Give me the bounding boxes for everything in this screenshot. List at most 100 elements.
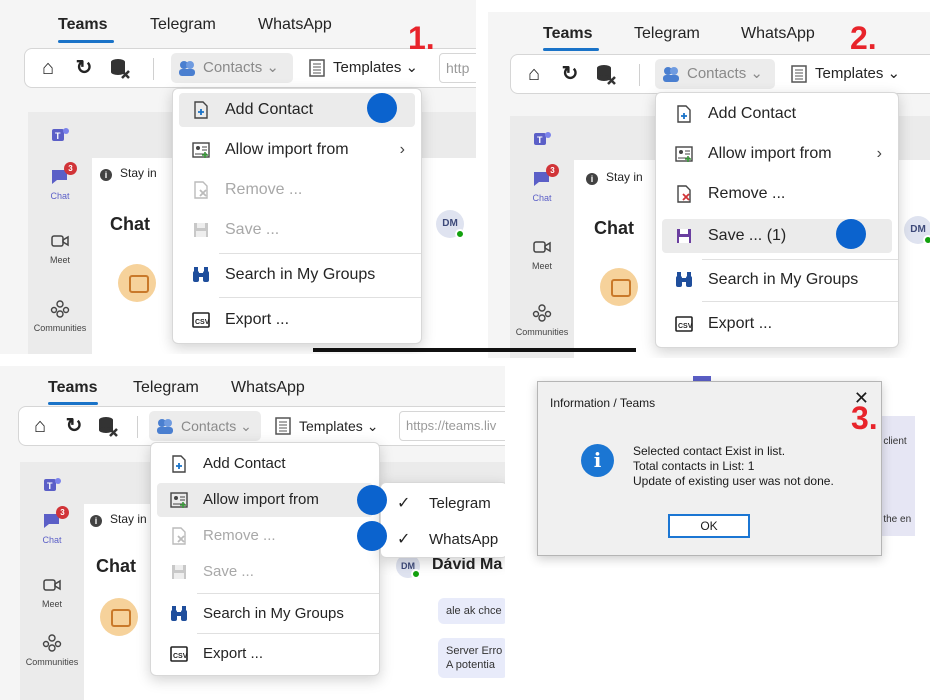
rail-meet[interactable]: Meet [510, 236, 574, 271]
rail-meet[interactable]: Meet [28, 230, 92, 265]
menu-export-label: Export ... [708, 315, 773, 332]
stay-in-banner: i Stay in [90, 512, 147, 527]
tab-teams[interactable]: Teams [48, 379, 98, 397]
dm-initials: DM [442, 218, 458, 229]
import-icon [170, 492, 188, 508]
remove-icon [172, 527, 186, 545]
menu-search-groups[interactable]: Search in My Groups [662, 263, 892, 297]
tab-whatsapp[interactable]: WhatsApp [231, 379, 305, 397]
url-input[interactable]: http [439, 53, 476, 83]
database-x-icon[interactable] [97, 415, 119, 437]
home-icon[interactable]: ⌂ [37, 57, 59, 79]
group-avatar[interactable] [100, 598, 138, 636]
contacts-dropdown[interactable]: Contacts ⌄ [655, 59, 775, 89]
refresh-icon[interactable]: ↻ [73, 57, 95, 79]
database-x-icon[interactable] [109, 57, 131, 79]
menu-export[interactable]: CSV Export ... [157, 637, 373, 671]
app-tabs: Teams Telegram WhatsApp [0, 366, 505, 410]
url-input[interactable]: https://teams.liv [399, 411, 505, 441]
menu-save-label: Save ... [225, 221, 280, 238]
menu-search-groups[interactable]: Search in My Groups [179, 258, 415, 292]
contacts-dropdown[interactable]: Contacts ⌄ [149, 411, 261, 441]
refresh-icon[interactable]: ↻ [559, 63, 581, 85]
check-icon: ✓ [397, 495, 411, 512]
rail-communities[interactable]: Communities [20, 632, 84, 667]
templates-dropdown[interactable]: Templates ⌄ [301, 53, 429, 83]
tab-active-indicator [58, 40, 114, 43]
tab-active-indicator [543, 48, 599, 51]
group-avatar[interactable] [118, 264, 156, 302]
save-icon [677, 229, 691, 243]
menu-allow-import[interactable]: Allow import from › [662, 137, 892, 171]
templates-dropdown[interactable]: Templates ⌄ [783, 59, 907, 89]
rail-chat[interactable]: 3 Chat [20, 506, 84, 545]
menu-divider [702, 301, 898, 302]
menu-add-contact-label: Add Contact [708, 105, 797, 122]
contacts-dropdown[interactable]: Contacts ⌄ [171, 53, 293, 83]
menu-save[interactable]: Save ... [157, 555, 373, 589]
chat-heading: Chat [594, 218, 634, 238]
tab-telegram[interactable]: Telegram [150, 16, 216, 34]
menu-add-contact[interactable]: Add Contact [662, 97, 892, 131]
menu-add-contact-label: Add Contact [203, 455, 286, 472]
tab-whatsapp[interactable]: WhatsApp [258, 16, 332, 34]
menu-save[interactable]: Save ... [179, 213, 415, 247]
step-label-3: 3. [851, 400, 878, 436]
tab-telegram[interactable]: Telegram [133, 379, 199, 397]
submenu-whatsapp[interactable]: ✓ WhatsApp [381, 523, 505, 557]
svg-text:T: T [55, 131, 61, 141]
step-label-2: 2. [850, 20, 877, 56]
rail-meet[interactable]: Meet [20, 574, 84, 609]
info-icon: i [100, 169, 112, 181]
stay-in-text: Stay in [606, 170, 643, 184]
tab-teams[interactable]: Teams [543, 25, 593, 43]
home-icon[interactable]: ⌂ [523, 63, 545, 85]
rail-communities[interactable]: Communities [28, 298, 92, 333]
group-avatar[interactable] [600, 268, 638, 306]
dialog-message-line: Update of existing user was not done. [633, 474, 834, 488]
menu-export[interactable]: CSV Export ... [179, 303, 415, 337]
import-icon [675, 146, 693, 162]
refresh-icon[interactable]: ↻ [63, 415, 85, 437]
menu-export-label: Export ... [225, 311, 290, 328]
import-icon [192, 142, 210, 158]
rail-communities[interactable]: Communities [510, 302, 574, 337]
rail-chat[interactable]: 3 Chat [510, 164, 574, 203]
menu-add-contact[interactable]: Add Contact [157, 447, 373, 481]
app-tabs: Teams Telegram WhatsApp [0, 0, 476, 44]
dm-avatar[interactable]: DM [436, 210, 465, 239]
menu-remove[interactable]: Remove ... [157, 519, 373, 553]
teams-logo-icon: T [510, 128, 574, 153]
dm-avatar[interactable]: DM [904, 216, 930, 245]
menu-allow-import[interactable]: Allow import from › [179, 133, 415, 167]
tab-teams[interactable]: Teams [58, 16, 108, 34]
menu-export[interactable]: CSV Export ... [662, 307, 892, 341]
rail-chat-label: Chat [42, 535, 62, 545]
menu-remove[interactable]: Remove ... [179, 173, 415, 207]
submenu-telegram-label: Telegram [429, 495, 491, 512]
dialog-title: Information / Teams [550, 396, 656, 410]
tab-active-indicator [48, 402, 98, 405]
menu-remove[interactable]: Remove ... [662, 177, 892, 211]
communities-icon [42, 634, 62, 652]
submenu-telegram[interactable]: ✓ Telegram [381, 487, 505, 521]
templates-dropdown[interactable]: Templates ⌄ [267, 411, 391, 441]
communities-icon [532, 304, 552, 322]
chat-heading: Chat [110, 214, 150, 234]
tab-telegram[interactable]: Telegram [634, 25, 700, 43]
rail-chat[interactable]: 3 Chat [28, 162, 92, 201]
ok-button[interactable]: OK [668, 514, 750, 538]
panel-step-2: Teams Telegram WhatsApp ⌂ ↻ Contacts ⌄ T… [488, 12, 930, 358]
home-icon[interactable]: ⌂ [29, 415, 51, 437]
menu-allow-import[interactable]: Allow import from [157, 483, 373, 517]
menu-remove-label: Remove ... [225, 181, 303, 198]
info-icon: i [90, 515, 102, 527]
contacts-menu: Add Contact Allow import from › Remove .… [172, 88, 422, 344]
menu-search-groups[interactable]: Search in My Groups [157, 597, 373, 631]
panel-step-3: e client ) d the en Information / Teams … [525, 376, 915, 568]
video-camera-icon [51, 235, 69, 247]
menu-allow-import-label: Allow import from [708, 145, 832, 162]
tab-whatsapp[interactable]: WhatsApp [741, 25, 815, 43]
database-x-icon[interactable] [595, 63, 617, 85]
menu-divider [702, 259, 898, 260]
